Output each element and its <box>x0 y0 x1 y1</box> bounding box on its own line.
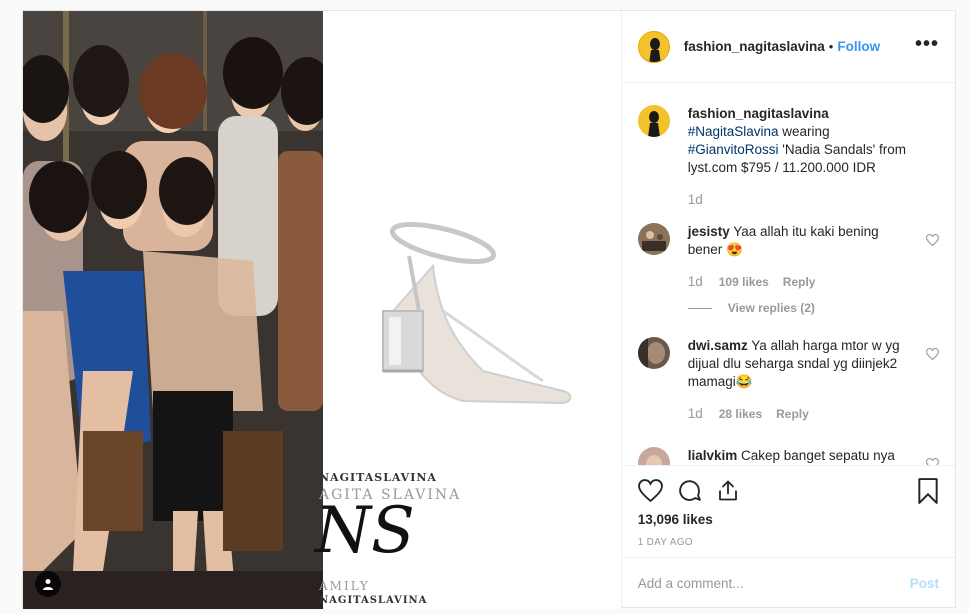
group-photo <box>23 11 323 609</box>
like-icon[interactable] <box>637 478 663 502</box>
comment-icon[interactable] <box>677 478 702 503</box>
reply-button[interactable]: Reply <box>783 273 816 291</box>
reply-button[interactable]: Reply <box>776 405 809 423</box>
comment-likes[interactable]: 28 likes <box>719 405 762 423</box>
view-replies-button[interactable]: View replies (2) <box>687 301 939 315</box>
watermark-text-3: AMILY <box>319 579 370 593</box>
header-separator: • <box>828 39 834 54</box>
comment-item: lialvkim Cakep banget sepatu nya <box>637 447 940 465</box>
comment-username[interactable]: lialvkim <box>688 448 738 463</box>
comment-input[interactable] <box>637 576 910 591</box>
comment-username[interactable]: jesisty <box>688 224 730 239</box>
watermark-text-4: NAGITASLAVINA <box>319 595 428 606</box>
author-avatar[interactable] <box>637 30 670 63</box>
add-comment-bar: Post <box>621 557 955 609</box>
replies-divider <box>687 307 712 309</box>
share-icon[interactable] <box>716 478 740 503</box>
post-dialog: NAGITASLAVINA AGITA SLAVINA NS AMILY NAG… <box>22 10 956 609</box>
caption-avatar[interactable] <box>637 105 670 137</box>
comment-time: 1d <box>687 406 703 421</box>
likes-count[interactable]: 13,096 likes <box>638 512 939 527</box>
like-comment-icon[interactable] <box>925 457 940 465</box>
follow-button[interactable]: Follow <box>837 39 880 54</box>
commenter-avatar[interactable] <box>637 337 670 369</box>
like-comment-icon[interactable] <box>925 347 940 365</box>
user-tag-button[interactable] <box>35 571 61 597</box>
bookmark-icon[interactable] <box>917 478 939 509</box>
watermark-text-1: NAGITASLAVINA <box>319 471 437 484</box>
caption-username[interactable]: fashion_nagitaslavina <box>688 106 829 121</box>
comment-item: jesisty Yaa allah itu kaki bening bener … <box>637 223 940 291</box>
view-replies-label: View replies (2) <box>727 301 815 315</box>
comment-username[interactable]: dwi.samz <box>688 338 748 353</box>
hashtag-link[interactable]: #GianvitoRossi <box>688 142 779 157</box>
caption: fashion_nagitaslavina #NagitaSlavina wea… <box>637 105 939 209</box>
person-icon <box>43 579 53 590</box>
post-header: fashion_nagitaslavina • Follow ••• <box>621 11 955 83</box>
watermark-monogram: NS <box>315 494 415 568</box>
author-username[interactable]: fashion_nagitaslavina <box>684 39 825 54</box>
caption-time: 1d <box>687 192 703 207</box>
comment-text: Cakep banget sepatu nya <box>741 448 895 463</box>
comments-list[interactable]: fashion_nagitaslavina #NagitaSlavina wea… <box>622 83 955 465</box>
post-media[interactable]: NAGITASLAVINA AGITA SLAVINA NS AMILY NAG… <box>23 11 621 609</box>
post-date: 1 DAY AGO <box>637 537 693 548</box>
comment-likes[interactable]: 109 likes <box>719 273 769 291</box>
commenter-avatar[interactable] <box>637 223 670 255</box>
post-sidebar: fashion_nagitaslavina • Follow ••• fashi… <box>620 11 955 609</box>
more-options-icon[interactable]: ••• <box>915 34 939 54</box>
hashtag-link[interactable]: #NagitaSlavina <box>688 124 779 139</box>
post-actions: 13,096 likes 1 DAY AGO <box>621 465 955 557</box>
comment-item: dwi.samz Ya allah harga mtor w yg dijual… <box>637 337 940 423</box>
like-comment-icon[interactable] <box>925 233 940 251</box>
comment-time: 1d <box>687 274 703 289</box>
caption-text: wearing <box>782 124 830 139</box>
post-comment-button[interactable]: Post <box>910 576 939 591</box>
commenter-avatar[interactable] <box>637 447 670 465</box>
